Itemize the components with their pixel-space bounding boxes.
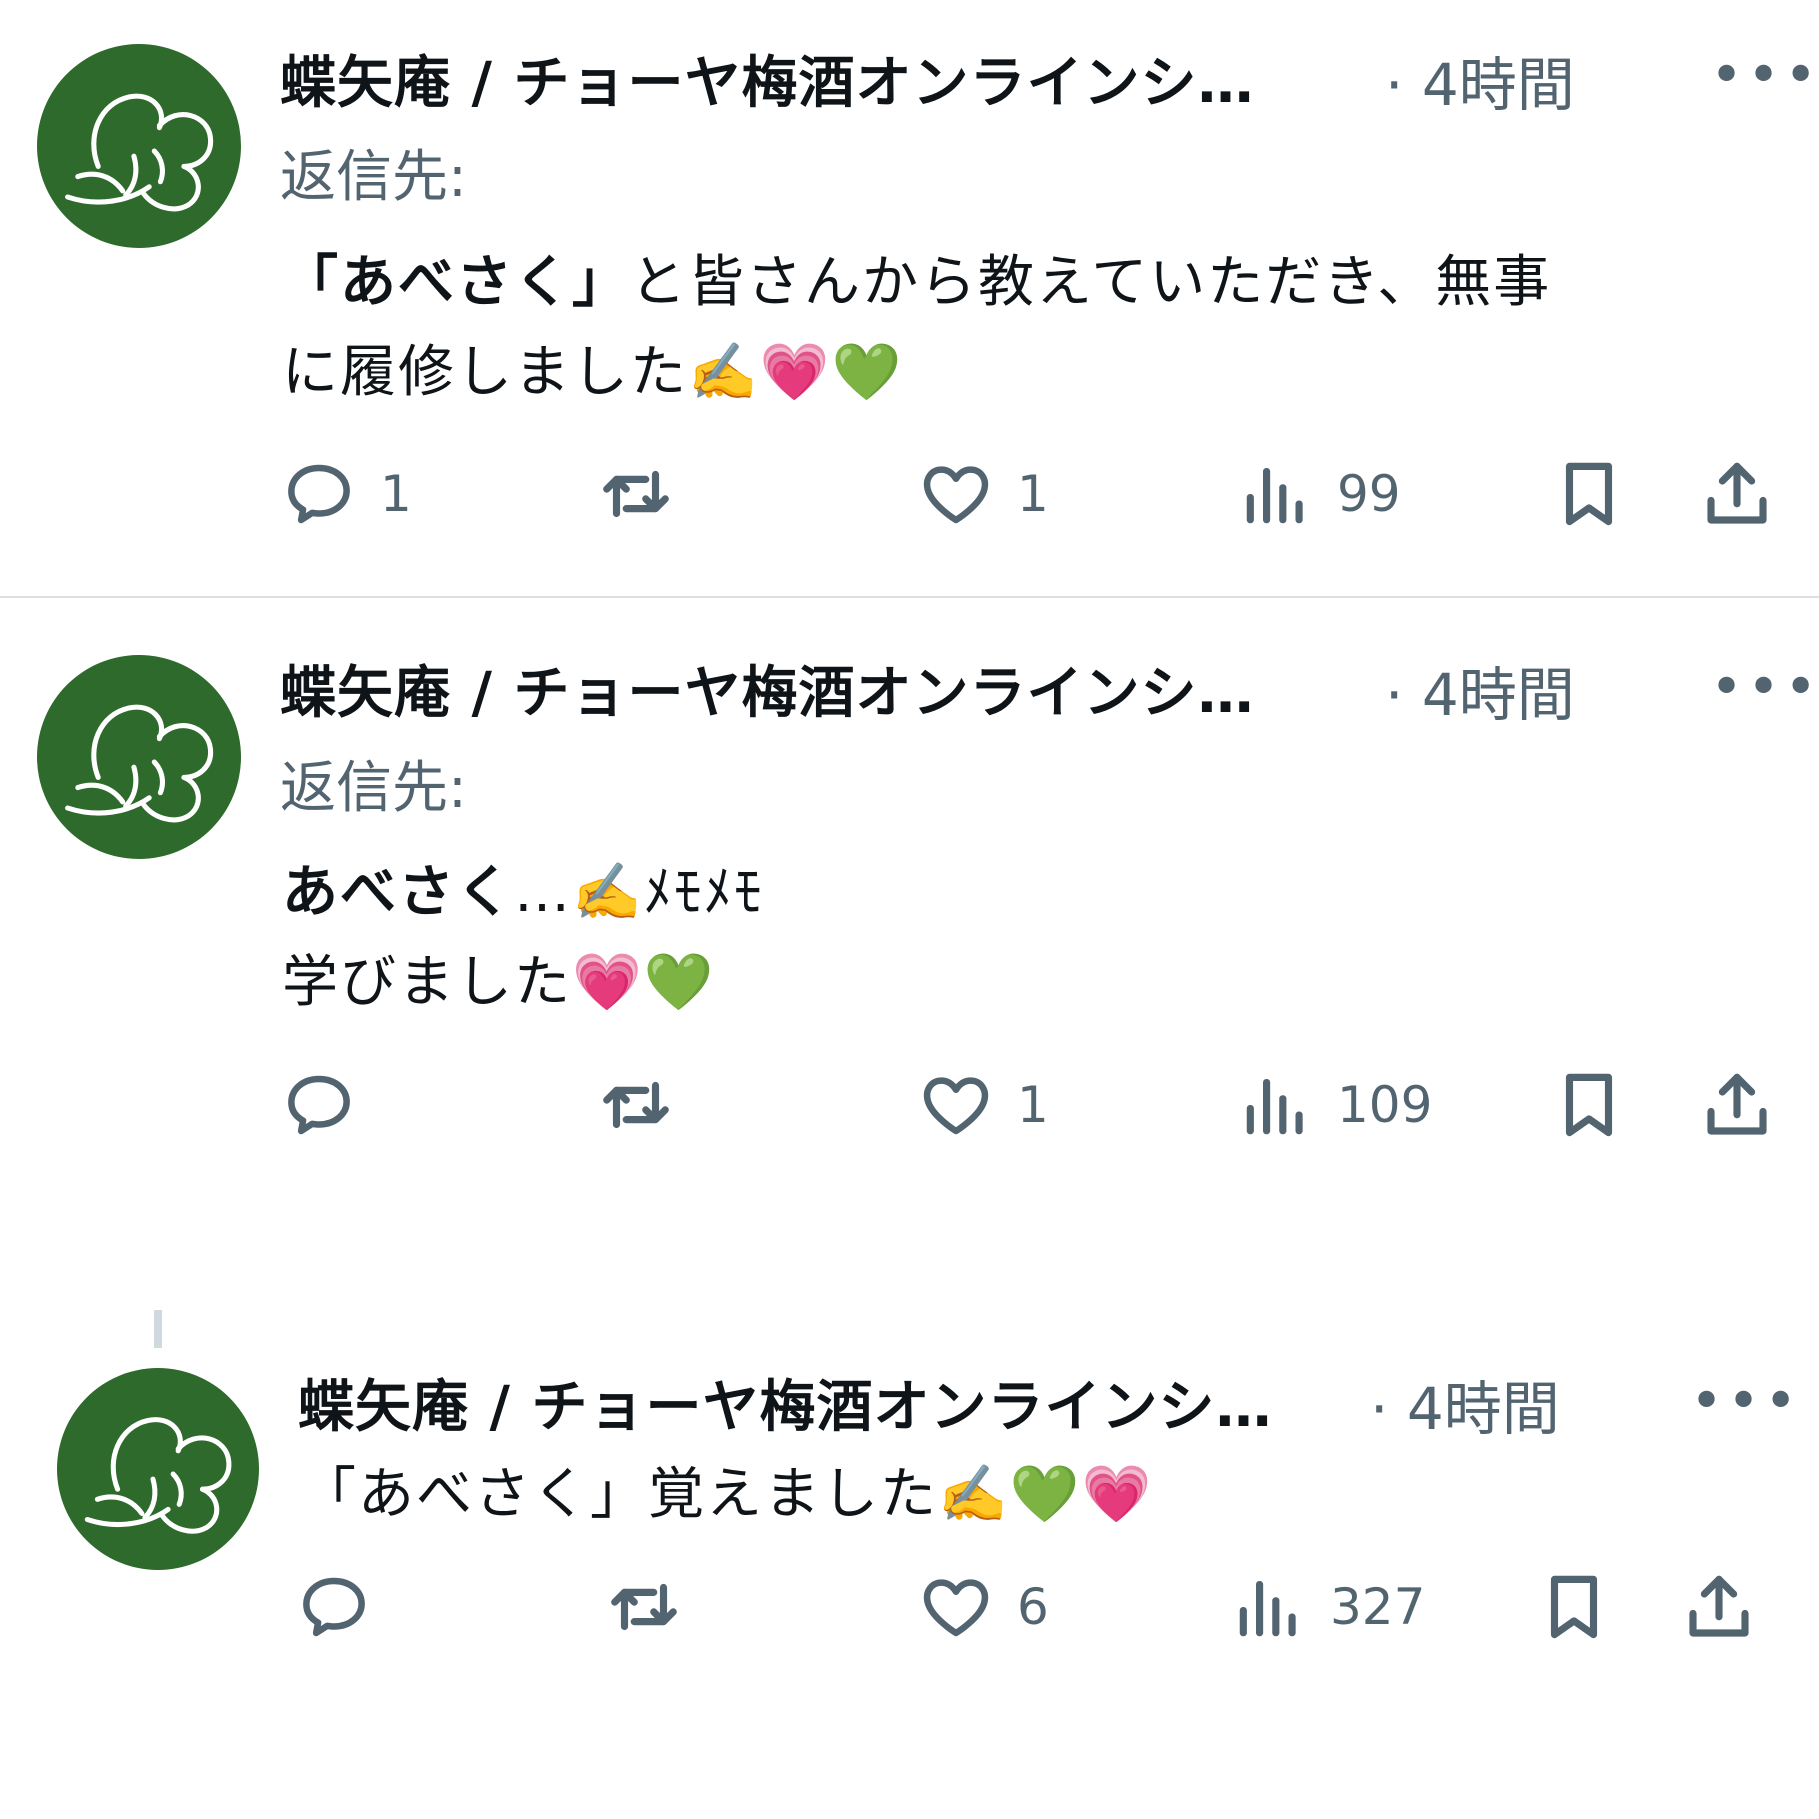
reply-bubble-icon xyxy=(280,455,358,533)
butterfly-logo-icon xyxy=(57,1368,259,1570)
tweet-text-bold: あべさく xyxy=(282,860,514,925)
more-dots-icon[interactable]: ••• xyxy=(1710,660,1819,716)
author-name[interactable]: 蝶矢庵 / チョーヤ梅酒オンラインシ… xyxy=(280,648,1254,729)
retweet-button[interactable] xyxy=(597,455,675,533)
reply-bubble-icon xyxy=(295,1568,373,1646)
avatar[interactable] xyxy=(37,655,241,859)
bookmark-icon xyxy=(1550,1066,1628,1144)
timestamp[interactable]: · 4時間 xyxy=(1385,38,1575,122)
heart-icon xyxy=(917,1066,995,1144)
more-dots-icon[interactable]: ••• xyxy=(1710,48,1819,104)
views-bar-icon xyxy=(1237,1066,1315,1144)
reply-to-label: 返信先: xyxy=(280,145,467,210)
reply-button[interactable] xyxy=(295,1568,395,1646)
reply-count: 1 xyxy=(380,465,412,523)
heart-icon xyxy=(917,455,995,533)
bookmark-icon xyxy=(1550,455,1628,533)
share-button[interactable] xyxy=(1698,1066,1776,1144)
views-button[interactable]: 109 xyxy=(1237,1066,1432,1144)
thread-connector-line xyxy=(154,1310,162,1348)
views-count: 327 xyxy=(1330,1578,1426,1636)
tweet-1[interactable]: 蝶矢庵 / チョーヤ梅酒オンラインシ… · 4時間 ••• 返信先: 「あべさく… xyxy=(0,0,1819,596)
bookmark-button[interactable] xyxy=(1550,455,1628,533)
butterfly-logo-icon xyxy=(37,655,241,859)
reply-button[interactable]: 1 xyxy=(280,455,412,533)
views-button[interactable]: 327 xyxy=(1230,1568,1425,1646)
tweet-text: 「あべさく」覚えました✍️💚💗 xyxy=(300,1462,1154,1527)
avatar[interactable] xyxy=(37,44,241,248)
share-button[interactable] xyxy=(1698,455,1776,533)
tweet-text: あべさく…✍️ﾒﾓﾒﾓ 学びました💗💚 xyxy=(282,848,1762,1028)
share-button[interactable] xyxy=(1680,1568,1758,1646)
reply-to-label: 返信先: xyxy=(280,756,467,821)
views-bar-icon xyxy=(1230,1568,1308,1646)
retweet-icon xyxy=(597,1066,675,1144)
retweet-icon xyxy=(605,1568,683,1646)
like-button[interactable]: 1 xyxy=(917,1066,1049,1144)
reply-bubble-icon xyxy=(280,1066,358,1144)
like-count: 1 xyxy=(1017,1076,1049,1134)
bookmark-button[interactable] xyxy=(1535,1568,1613,1646)
retweet-button[interactable] xyxy=(597,1066,675,1144)
reply-button[interactable] xyxy=(280,1066,380,1144)
author-name[interactable]: 蝶矢庵 / チョーヤ梅酒オンラインシ… xyxy=(298,1362,1272,1443)
views-count: 109 xyxy=(1337,1076,1433,1134)
like-count: 1 xyxy=(1017,465,1049,523)
bookmark-button[interactable] xyxy=(1550,1066,1628,1144)
timestamp[interactable]: · 4時間 xyxy=(1370,1362,1560,1446)
like-count: 6 xyxy=(1017,1578,1049,1636)
timestamp[interactable]: · 4時間 xyxy=(1385,648,1575,732)
butterfly-logo-icon xyxy=(37,44,241,248)
avatar[interactable] xyxy=(57,1368,259,1570)
views-button[interactable]: 99 xyxy=(1237,455,1401,533)
heart-icon xyxy=(917,1568,995,1646)
share-icon xyxy=(1698,1066,1776,1144)
tweet-text-bold: 「あべさく」 xyxy=(282,250,630,315)
tweet-text: 「あべさく」と皆さんから教えていただき、無事 に履修しました✍️💗💚 xyxy=(282,238,1762,418)
views-count: 99 xyxy=(1337,465,1401,523)
like-button[interactable]: 6 xyxy=(917,1568,1049,1646)
views-bar-icon xyxy=(1237,455,1315,533)
share-icon xyxy=(1698,455,1776,533)
retweet-button[interactable] xyxy=(605,1568,683,1646)
author-name[interactable]: 蝶矢庵 / チョーヤ梅酒オンラインシ… xyxy=(280,38,1254,119)
share-icon xyxy=(1680,1568,1758,1646)
more-dots-icon[interactable]: ••• xyxy=(1690,1374,1801,1430)
tweet-3[interactable]: 蝶矢庵 / チョーヤ梅酒オンラインシ… · 4時間 ••• 「あべさく」覚えまし… xyxy=(0,1350,1819,1819)
bookmark-icon xyxy=(1535,1568,1613,1646)
like-button[interactable]: 1 xyxy=(917,455,1049,533)
tweet-2[interactable]: 蝶矢庵 / チョーヤ梅酒オンラインシ… · 4時間 ••• 返信先: あべさく…… xyxy=(0,598,1819,1198)
retweet-icon xyxy=(597,455,675,533)
